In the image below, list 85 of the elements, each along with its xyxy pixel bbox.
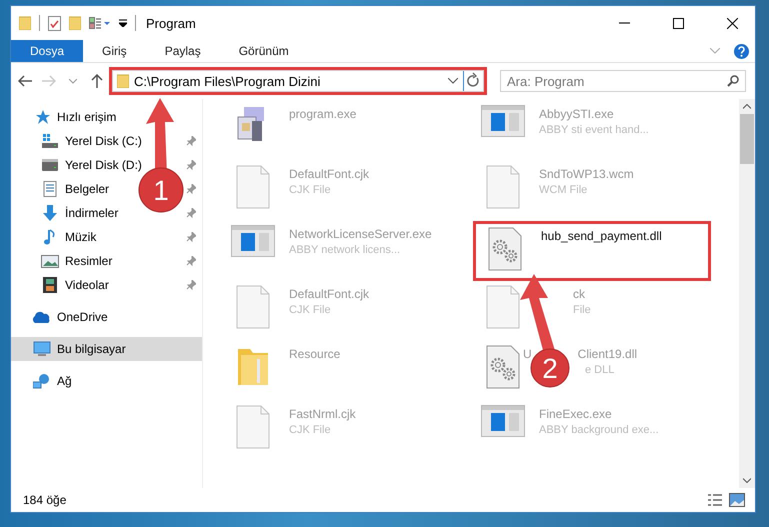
- sidebar-item[interactable]: Yerel Disk (C:): [11, 129, 202, 153]
- file-type: ABBY background exe...: [539, 424, 659, 436]
- ribbon-tab[interactable]: Görünüm: [220, 40, 308, 62]
- file-name: DefaultFont.cjk: [289, 167, 370, 181]
- file-name: program.exe: [289, 107, 356, 121]
- file-type: ABBY sti event hand...: [539, 124, 649, 136]
- file-name: ck: [573, 287, 586, 301]
- item-count: 184 öğe: [23, 493, 66, 507]
- scrollbar[interactable]: [739, 99, 755, 488]
- file-type: CJK File: [289, 184, 332, 196]
- gear-document-icon: [486, 345, 520, 389]
- minimize-icon: [618, 22, 630, 24]
- file-type: e DLL: [585, 364, 616, 376]
- file-name: FineExec.exe: [539, 407, 613, 421]
- file-name: hub_send_payment.dll: [541, 229, 662, 243]
- application-icon: [231, 225, 275, 257]
- pin-icon[interactable]: [186, 160, 196, 170]
- document-icon: [236, 285, 270, 329]
- properties-icon[interactable]: [89, 17, 111, 29]
- callout-badge: 2: [530, 348, 570, 388]
- window-title: Program: [146, 16, 196, 30]
- maximize-icon: [672, 18, 684, 28]
- sidebar-item[interactable]: Ağ: [11, 369, 202, 393]
- checklist-icon[interactable]: [48, 16, 61, 30]
- document-icon: [236, 165, 270, 209]
- picture-icon: [41, 253, 59, 269]
- scroll-up-icon[interactable]: [743, 104, 751, 109]
- file-name: U: [523, 347, 532, 361]
- file-item[interactable]: hub_send_payment.dll: [473, 221, 711, 281]
- drive-icon: [41, 157, 59, 173]
- file-name: Resource: [289, 347, 340, 361]
- ribbon-tab[interactable]: Paylaş: [146, 40, 220, 62]
- file-type: CJK File: [289, 304, 332, 316]
- pin-icon[interactable]: [186, 280, 196, 290]
- pin-icon[interactable]: [186, 184, 196, 194]
- folder-icon: [19, 16, 31, 30]
- network-icon: [33, 373, 51, 389]
- application-icon: [481, 405, 525, 437]
- gear-document-icon: [488, 227, 522, 271]
- chevron-down-icon: [69, 78, 77, 84]
- sidebar-item[interactable]: Bu bilgisayar: [11, 337, 202, 361]
- pin-icon[interactable]: [186, 256, 196, 266]
- address-path: C:\Program Files\Program Dizini: [134, 74, 322, 88]
- help-icon[interactable]: [734, 44, 749, 58]
- file-name: Client19.dll: [578, 347, 638, 361]
- details-view-icon[interactable]: [707, 493, 723, 507]
- file-type: File: [573, 304, 591, 316]
- sidebar-item[interactable]: OneDrive: [11, 305, 202, 329]
- pin-icon[interactable]: [186, 208, 196, 218]
- ribbon-tab[interactable]: Dosya: [11, 40, 84, 62]
- monitor-icon: [33, 341, 51, 357]
- pin-icon[interactable]: [186, 136, 196, 146]
- document-icon: [236, 405, 270, 449]
- cloud-icon: [33, 309, 51, 325]
- search-field[interactable]: Ara: Program: [500, 70, 746, 92]
- sidebar-item[interactable]: Videolar: [11, 273, 202, 297]
- file-name: SndToWP13.wcm: [539, 167, 634, 181]
- search-icon: [727, 75, 739, 87]
- sidebar-item[interactable]: Resimler: [11, 249, 202, 273]
- dropdown-icon[interactable]: [119, 19, 127, 27]
- scroll-down-icon[interactable]: [743, 478, 751, 483]
- sidebar-item[interactable]: Müzik: [11, 225, 202, 249]
- ribbon-tab[interactable]: Giriş: [83, 40, 146, 62]
- folder-icon: [117, 74, 129, 88]
- scrollbar-thumb[interactable]: [740, 114, 754, 164]
- document-icon: [486, 165, 520, 209]
- file-name: AbbyySTI.exe: [539, 107, 615, 121]
- file-name: DefaultFont.cjk: [289, 287, 370, 301]
- download-arrow-icon: [41, 205, 59, 221]
- file-type: WCM File: [539, 184, 588, 196]
- close-icon: [726, 18, 738, 28]
- file-type: ABBY network licens...: [289, 244, 402, 256]
- pin-icon[interactable]: [186, 232, 196, 242]
- file-name: FastNrml.cjk: [289, 407, 356, 421]
- document-icon: [486, 285, 520, 329]
- drive-icon: [41, 133, 59, 149]
- chevron-down-icon[interactable]: [448, 78, 458, 84]
- sidebar-item[interactable]: Hızlı erişim: [11, 105, 202, 129]
- file-name: NetworkLicenseServer.exe: [289, 227, 432, 241]
- address-bar[interactable]: C:\Program Files\Program Dizini: [112, 70, 484, 92]
- film-strip-icon: [41, 277, 59, 293]
- application-icon: [481, 105, 525, 137]
- file-type: CJK File: [289, 424, 332, 436]
- picture-view-icon[interactable]: [729, 493, 745, 507]
- document-icon: [41, 181, 59, 197]
